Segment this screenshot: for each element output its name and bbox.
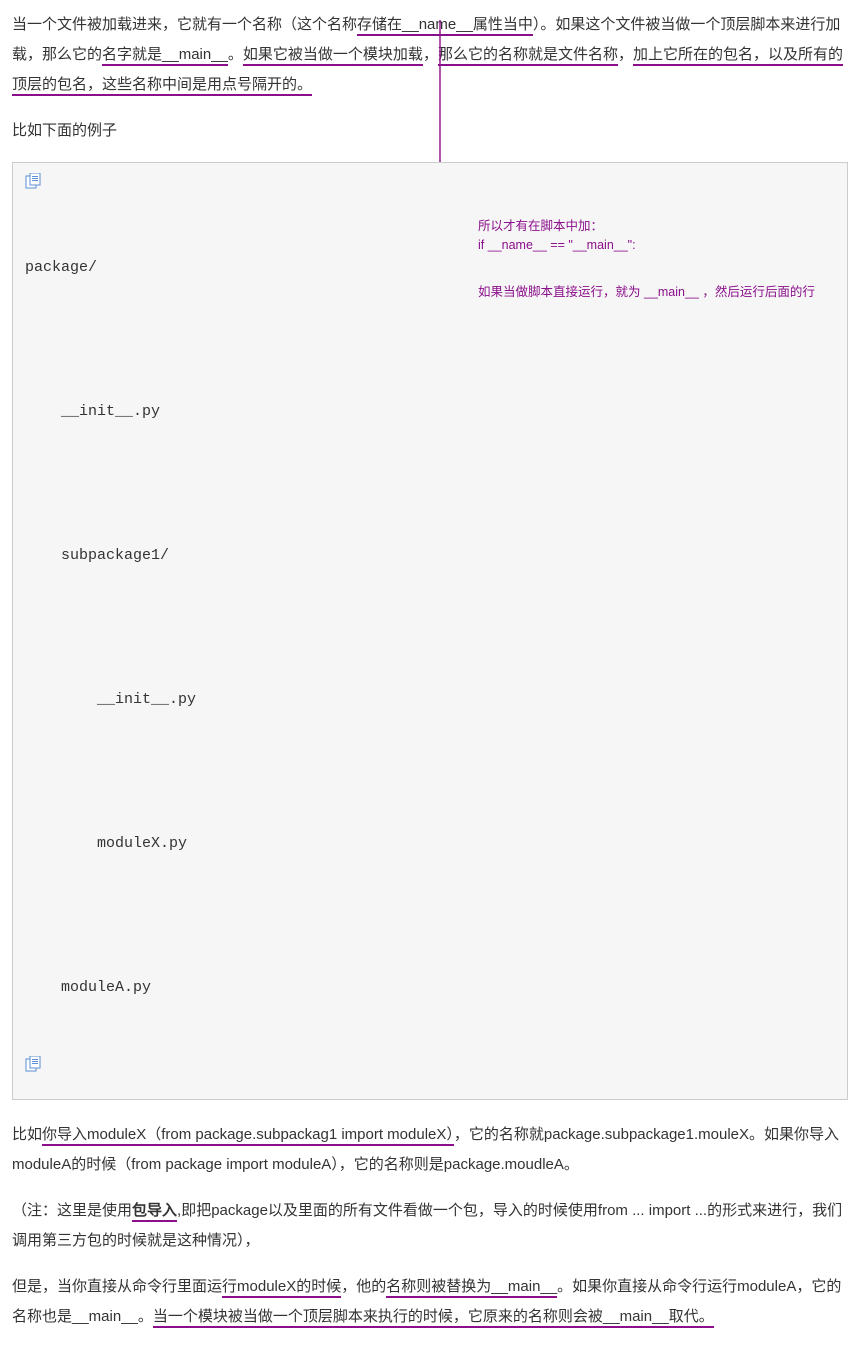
paragraph-5: 但是，当你直接从命令行里面运行moduleX的时候，他的名称则被替换为__mai…: [12, 1272, 848, 1332]
code-line: [25, 472, 835, 496]
code-content: package/ __init__.py subpackage1/ __init…: [25, 208, 835, 1048]
copy-icon[interactable]: [25, 173, 43, 189]
code-line: [25, 616, 835, 640]
code-line: package/: [25, 256, 835, 280]
code-line: [25, 904, 835, 928]
text: 当一个文件被加载进来，它就有一个名称（这个名称: [12, 16, 357, 33]
text: ，: [618, 46, 633, 63]
annotation-note-2: 如果当做脚本直接运行，就为 __main__ ，然后运行后面的行: [478, 283, 815, 302]
text: ，他的: [341, 1278, 386, 1295]
paragraph-1: 当一个文件被加载进来，它就有一个名称（这个名称存储在__name__属性当中）。…: [12, 10, 848, 100]
code-line: moduleX.py: [25, 832, 835, 856]
code-line: [25, 760, 835, 784]
code-line: subpackage1/: [25, 544, 835, 568]
text: （注：这里是使用: [12, 1202, 132, 1219]
annotation-note-1: 所以才有在脚本中加： if __name__ == "__main__":: [478, 217, 636, 255]
code-line: __init__.py: [25, 688, 835, 712]
text: 。: [228, 46, 243, 63]
paragraph-3: 比如你导入moduleX（from package.subpackag1 imp…: [12, 1120, 848, 1180]
text: ，: [423, 46, 438, 63]
code-line: __init__.py: [25, 400, 835, 424]
code-line: moduleA.py: [25, 976, 835, 1000]
annotation-line: if __name__ == "__main__":: [478, 236, 636, 255]
underline-replaced-main: 名称则被替换为__main__: [386, 1278, 557, 1298]
copy-icon[interactable]: [25, 1056, 43, 1072]
underline-toplevel-main: 当一个模块被当做一个顶层脚本来执行的时候，它原来的名称则会被__main__取代…: [153, 1308, 714, 1328]
underline-name-attr: 存储在__name__属性当中: [357, 16, 533, 36]
code-line: [25, 328, 835, 352]
underline-run-modulex: 行moduleX的时候: [222, 1278, 341, 1298]
underline-filename: 那么它的名称就是文件名称: [438, 46, 618, 66]
paragraph-2: 比如下面的例子: [12, 116, 848, 146]
code-block-container: package/ __init__.py subpackage1/ __init…: [12, 162, 848, 1100]
underline-main: 名字就是__main__: [102, 46, 228, 66]
annotation-line: 所以才有在脚本中加：: [478, 217, 636, 236]
text: 比如: [12, 1126, 42, 1143]
text: 但是，当你直接从命令行里面运: [12, 1278, 222, 1295]
underline-package-import: 包导入: [132, 1202, 177, 1222]
underline-import-modulex: 你导入moduleX（from package.subpackag1 impor…: [42, 1126, 454, 1146]
underline-module-load: 如果它被当做一个模块加载: [243, 46, 423, 66]
paragraph-4: （注：这里是使用包导入,即把package以及里面的所有文件看做一个包，导入的时…: [12, 1196, 848, 1256]
